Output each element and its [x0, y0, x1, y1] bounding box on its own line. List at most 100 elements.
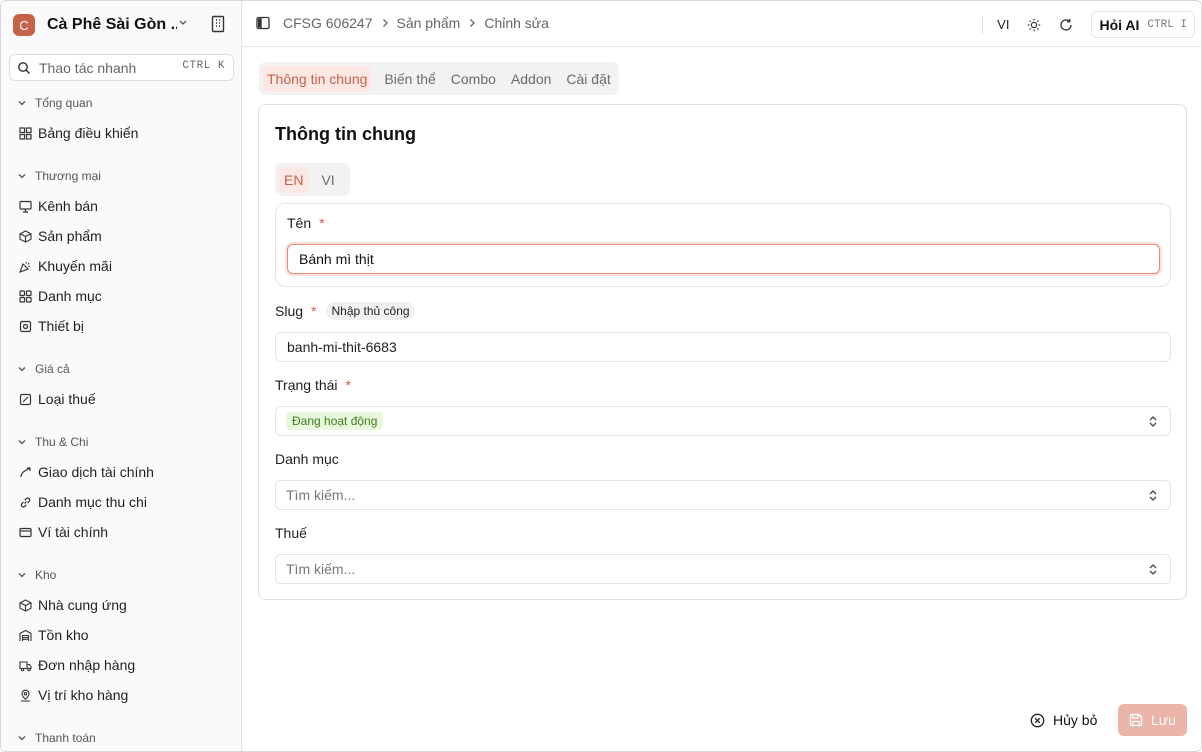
tab-combo[interactable]: Combo: [447, 66, 500, 92]
sidebar-item-label: Ví tài chính: [38, 524, 109, 540]
name-label: Tên *: [287, 215, 325, 231]
sidebar-item-promotions[interactable]: Khuyến mãi: [18, 255, 233, 277]
sidebar-item-dashboard[interactable]: Bảng điều khiển: [18, 122, 233, 144]
sidebar-item-devices[interactable]: Thiết bị: [18, 315, 233, 337]
breadcrumb: CFSG 606247 Sản phẩm Chỉnh sửa: [283, 15, 549, 31]
cancel-button[interactable]: Hủy bỏ: [1030, 710, 1097, 730]
search-icon: [18, 61, 30, 74]
sidebar-item-warehouse-locations[interactable]: Vị trí kho hàng: [18, 684, 233, 706]
tab-settings[interactable]: Cài đặt: [562, 66, 614, 92]
tab-variants[interactable]: Biến thể: [380, 66, 439, 92]
name-input[interactable]: [287, 244, 1160, 274]
link-icon: [18, 495, 32, 509]
sidebar-item-categories[interactable]: Danh mục: [18, 285, 233, 307]
top-bar: CFSG 606247 Sản phẩm Chỉnh sửa VI Hỏi AI…: [242, 1, 1201, 47]
nav-group-finance[interactable]: Thu & Chi: [17, 434, 88, 450]
status-select[interactable]: Đang hoạt động: [275, 406, 1171, 436]
sidebar-item-label: Vị trí kho hàng: [38, 687, 129, 703]
card-title: Thông tin chung: [275, 124, 416, 144]
chevron-right-icon: [468, 18, 476, 28]
sidebar-item-stock[interactable]: Tồn kho: [18, 624, 233, 646]
chevron-down-icon: [18, 101, 26, 106]
dashboard-icon: [18, 126, 32, 140]
tax-label-text: Thuế: [275, 525, 307, 541]
transactions-icon: [18, 465, 32, 479]
sidebar-item-wallets[interactable]: Ví tài chính: [18, 521, 233, 543]
sidebar-item-purchase-orders[interactable]: Đơn nhập hàng: [18, 654, 233, 676]
sidebar-item-label: Kênh bán: [38, 198, 98, 214]
refresh-icon: [1060, 18, 1073, 31]
required-marker: *: [319, 215, 325, 231]
slug-input[interactable]: [275, 332, 1171, 362]
nav-group-payments[interactable]: Thanh toán: [17, 730, 96, 746]
breadcrumb-products[interactable]: Sản phẩm: [397, 15, 461, 31]
chevron-down-icon: [179, 20, 187, 25]
nav-group-label: Thương mại: [35, 169, 101, 183]
lang-tab-vi[interactable]: VI: [315, 167, 340, 193]
sidebar-item-label: Nhà cung ứng: [38, 597, 127, 613]
sidebar-item-finance-categories[interactable]: Danh mục thu chi: [18, 491, 233, 513]
sidebar-item-label: Bảng điều khiển: [38, 125, 139, 141]
ask-ai-label: Hỏi AI: [1099, 16, 1140, 33]
tab-addon[interactable]: Addon: [507, 66, 555, 92]
sidebar-item-transactions[interactable]: Giao dịch tài chính: [18, 461, 233, 483]
chevron-up-down-icon: [1149, 564, 1157, 575]
language-toggle[interactable]: VI: [997, 17, 1009, 32]
status-label-text: Trạng thái: [275, 377, 338, 393]
chevron-down-icon: [18, 174, 26, 179]
sidebar-item-label: Đơn nhập hàng: [38, 657, 136, 673]
percent-icon: [18, 392, 32, 406]
sun-icon: [1028, 18, 1041, 31]
required-marker: *: [311, 303, 317, 319]
tax-select[interactable]: Tìm kiếm...: [275, 554, 1171, 584]
category-label-text: Danh mục: [275, 451, 339, 467]
lang-tab-en[interactable]: EN: [278, 166, 310, 193]
breadcrumb-store[interactable]: CFSG 606247: [283, 15, 373, 31]
warehouse-icon: [18, 628, 32, 642]
sidebar-item-suppliers[interactable]: Nhà cung ứng: [18, 594, 233, 616]
nav-group-label: Tổng quan: [35, 96, 93, 110]
save-button[interactable]: Lưu: [1118, 704, 1187, 736]
shortcut-hint: CTRL K: [182, 60, 225, 72]
manual-entry-badge: Nhập thủ công: [326, 302, 415, 320]
quick-action-search[interactable]: CTRL K: [9, 54, 234, 81]
chevron-down-icon: [18, 736, 26, 741]
sidebar-item-label: Sản phẩm: [38, 228, 102, 244]
sidebar-item-label: Danh mục: [38, 288, 102, 304]
nav-group-commerce[interactable]: Thương mại: [17, 168, 101, 184]
sidebar-item-label: Khuyến mãi: [38, 258, 112, 274]
tab-general-info[interactable]: Thông tin chung: [263, 65, 372, 92]
theme-toggle[interactable]: [1027, 18, 1041, 32]
quick-action-input[interactable]: [39, 59, 179, 76]
truck-icon: [18, 658, 32, 672]
nav-group-overview[interactable]: Tổng quan: [17, 95, 92, 111]
breadcrumb-current: Chỉnh sửa: [484, 15, 549, 31]
nav-group-pricing[interactable]: Giá cả: [17, 361, 70, 377]
grid-icon: [18, 289, 32, 303]
refresh-button[interactable]: [1059, 18, 1073, 32]
sidebar-item-products[interactable]: Sản phẩm: [18, 225, 233, 247]
app-window: C Cà Phê Sài Gòn ... CTRL K Tổng quan Bả…: [0, 0, 1202, 752]
building-icon[interactable]: [209, 15, 227, 33]
wallet-icon: [18, 525, 32, 539]
sidebar-item-tax-types[interactable]: Loại thuế: [18, 388, 233, 410]
save-icon: [1129, 713, 1143, 727]
nav-group-inventory[interactable]: Kho: [17, 567, 56, 583]
shortcut-hint: CTRL I: [1147, 18, 1187, 31]
tax-placeholder: Tìm kiếm...: [286, 561, 356, 577]
general-info-card: Thông tin chung EN VI Tên * Slug * Nhập …: [258, 104, 1187, 600]
chevron-right-icon: [381, 18, 389, 28]
ask-ai-button[interactable]: Hỏi AI CTRL I: [1091, 11, 1195, 38]
category-placeholder: Tìm kiếm...: [286, 487, 356, 503]
sidebar-toggle-icon[interactable]: [256, 16, 270, 30]
nav-group-label: Thanh toán: [35, 731, 96, 745]
status-label: Trạng thái *: [275, 377, 351, 393]
chevron-down-icon: [18, 573, 26, 578]
chevron-down-icon: [18, 440, 26, 445]
sidebar-item-sales-channels[interactable]: Kênh bán: [18, 195, 233, 217]
sidebar: C Cà Phê Sài Gòn ... CTRL K Tổng quan Bả…: [1, 1, 242, 751]
category-select[interactable]: Tìm kiếm...: [275, 480, 1171, 510]
store-name: Cà Phê Sài Gòn ...: [47, 16, 177, 33]
status-badge: Đang hoạt động: [286, 412, 384, 430]
store-switcher[interactable]: C Cà Phê Sài Gòn ...: [13, 13, 233, 37]
